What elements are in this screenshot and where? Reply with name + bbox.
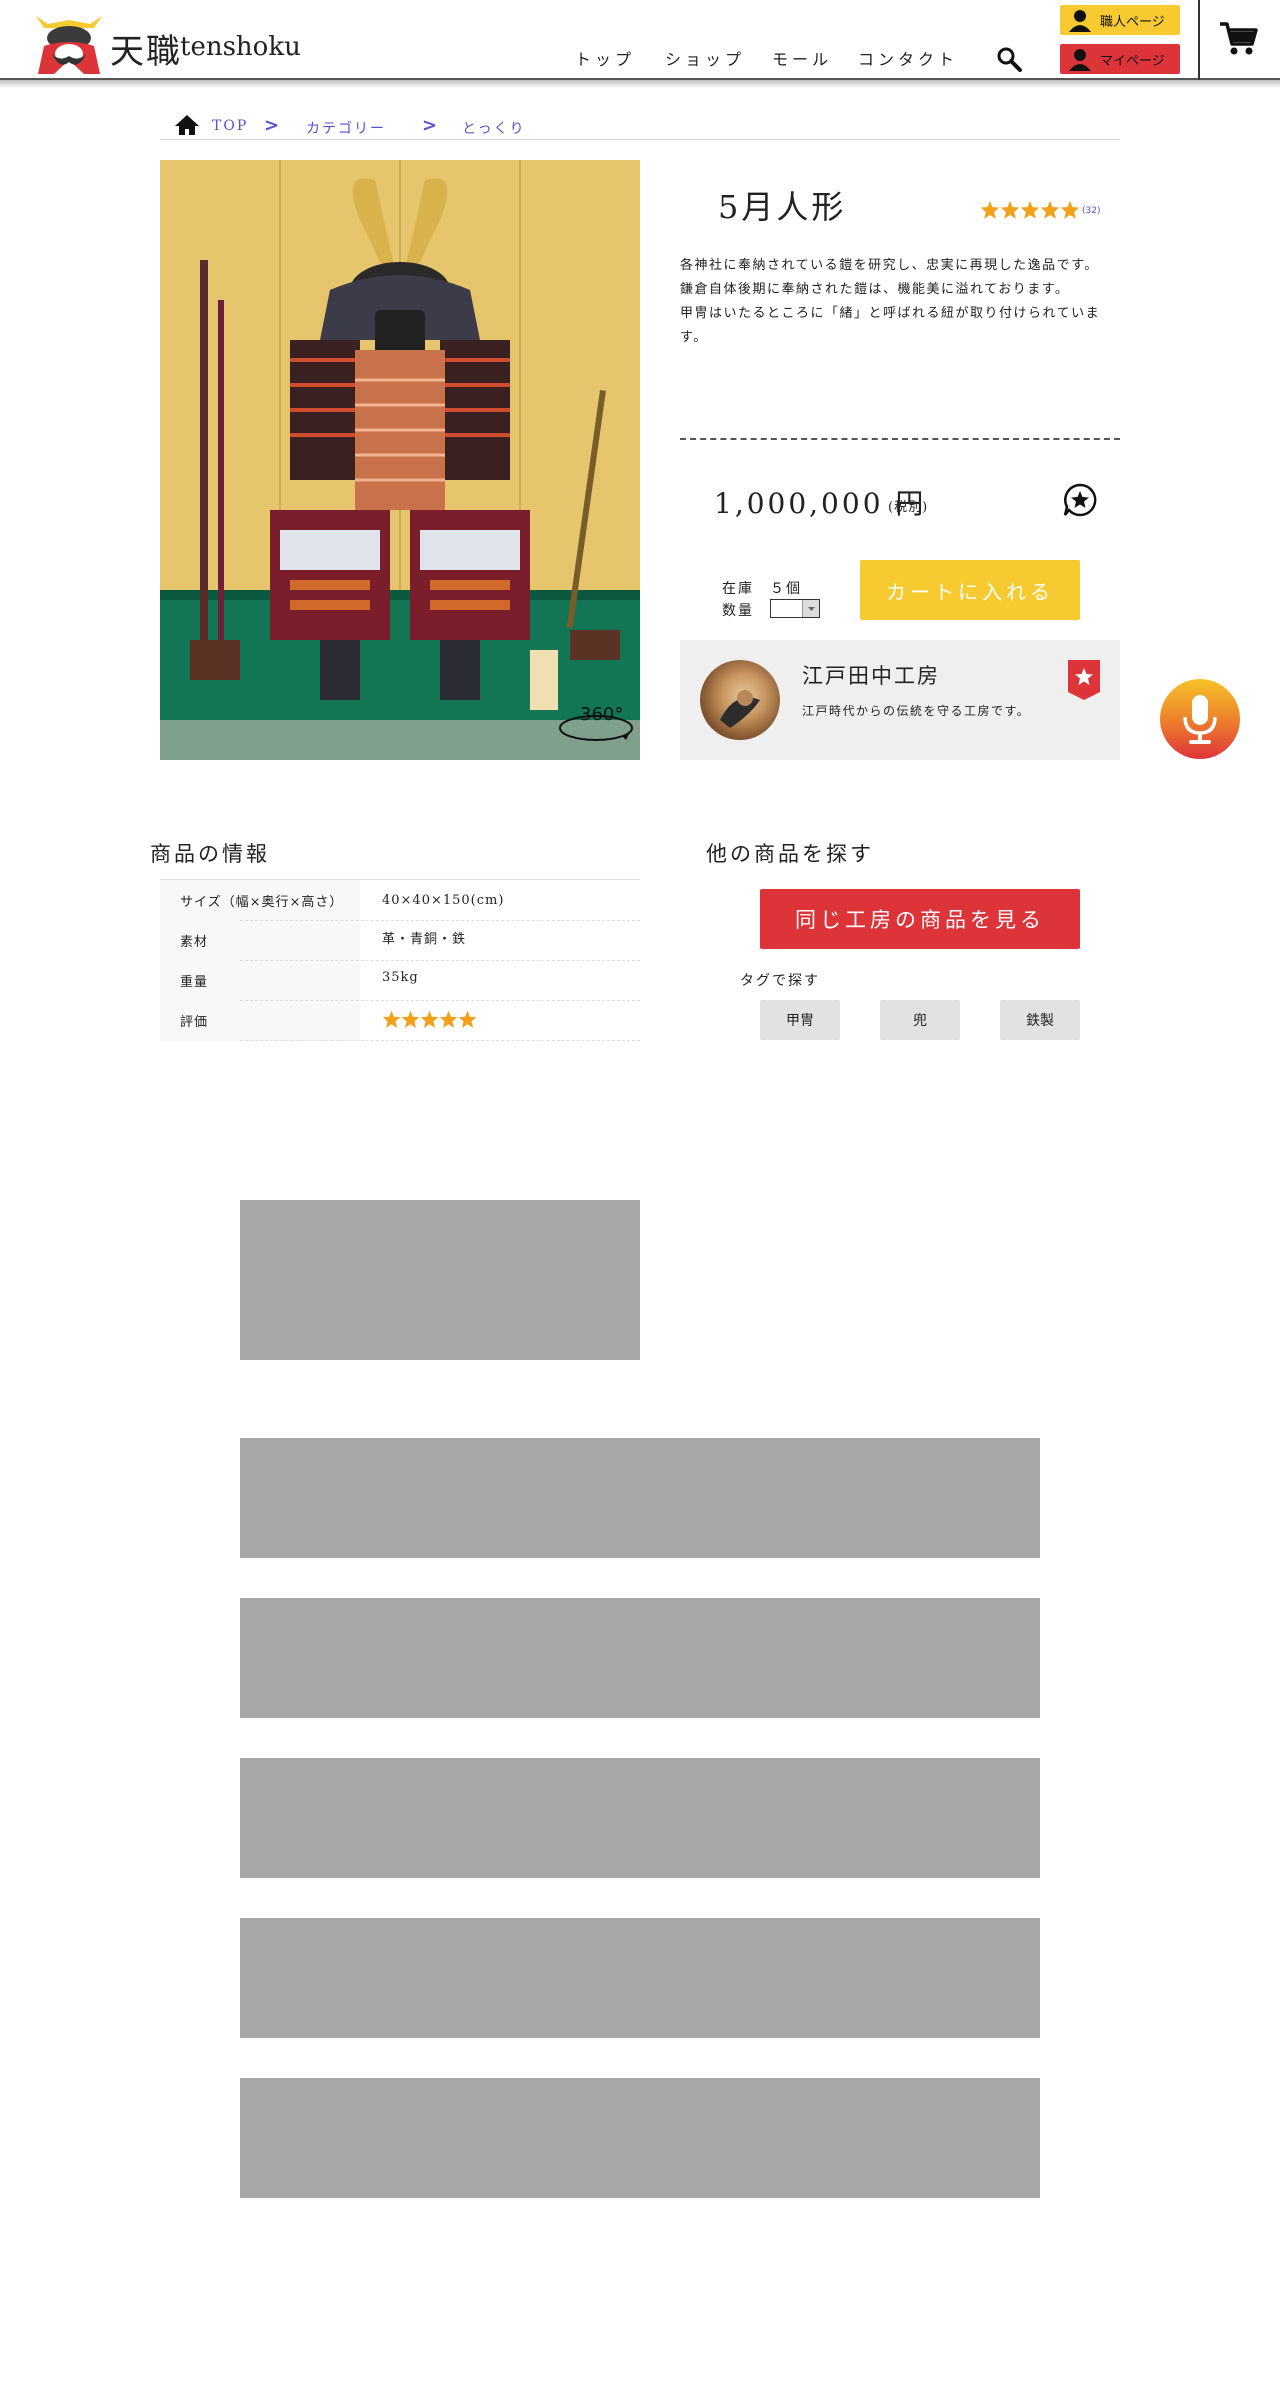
stock-value: ５個 xyxy=(770,581,802,597)
spec-rating-stars xyxy=(382,1010,477,1029)
quantity-select[interactable] xyxy=(770,599,820,618)
voice-search-button[interactable] xyxy=(1160,679,1240,759)
quantity-label: 数量 xyxy=(722,603,754,619)
spec-label-material: 素材 xyxy=(180,935,209,950)
product-description: 各神社に奉納されている鎧を研究し、忠実に再現した逸品です。 鎌倉自体後期に奉納さ… xyxy=(680,254,1120,350)
maker-name[interactable]: 江戸田中工房 xyxy=(802,660,940,690)
tags-label: タグで探す xyxy=(740,973,820,989)
add-to-cart-button[interactable]: カートに入れる xyxy=(860,560,1080,620)
spec-value-material: 革・青銅・鉄 xyxy=(382,932,467,947)
star-icon xyxy=(458,1010,477,1028)
nav-mall[interactable]: モール xyxy=(772,46,832,70)
breadcrumb-category[interactable]: カテゴリー xyxy=(306,118,386,138)
content-placeholder xyxy=(240,1918,1040,2038)
spec-value-size: 40×40×150(cm) xyxy=(382,893,505,908)
cart-icon[interactable] xyxy=(1218,20,1258,56)
star-icon xyxy=(1020,200,1040,219)
star-icon xyxy=(420,1010,439,1028)
mypage-label: マイページ xyxy=(1100,53,1165,69)
product-image[interactable]: 360° xyxy=(160,160,640,760)
spec-label-weight: 重量 xyxy=(180,975,209,990)
samurai-logo-icon xyxy=(36,16,102,74)
same-workshop-button[interactable]: 同じ工房の商品を見る xyxy=(760,889,1080,949)
star-icon xyxy=(382,1010,401,1028)
price-divider xyxy=(680,438,1120,440)
spec-label-size: サイズ（幅×奥行×高さ） xyxy=(180,895,344,910)
search-icon[interactable] xyxy=(996,46,1022,72)
user-icon xyxy=(1069,10,1091,32)
breadcrumb: TOP > カテゴリー > とっくり xyxy=(160,112,1120,140)
nav-shop[interactable]: ショップ xyxy=(665,46,745,70)
content-placeholder xyxy=(240,1438,1040,1558)
brand-name-jp: 天職 xyxy=(110,32,182,72)
artisan-page-button[interactable]: 職人ページ xyxy=(1060,5,1180,35)
description-line: 各神社に奉納されている鎧を研究し、忠実に再現した逸品です。 xyxy=(680,258,1099,273)
microphone-icon xyxy=(1183,695,1217,744)
breadcrumb-top[interactable]: TOP xyxy=(212,118,248,134)
spec-label-rating: 評価 xyxy=(180,1015,209,1030)
breadcrumb-separator: > xyxy=(264,115,280,136)
chevron-down-icon xyxy=(808,607,815,611)
spec-heading: 商品の情報 xyxy=(150,842,270,866)
favorite-chat-icon[interactable] xyxy=(1062,482,1098,518)
star-icon xyxy=(1040,200,1060,219)
star-icon xyxy=(1000,200,1020,219)
home-icon[interactable] xyxy=(174,114,200,136)
explore-heading: 他の商品を探す xyxy=(706,842,874,866)
maker-description: 江戸時代からの伝統を守る工房です。 xyxy=(802,704,1031,718)
content-placeholder xyxy=(240,2078,1040,2198)
review-count[interactable]: (32) xyxy=(1082,206,1100,216)
tag-armor[interactable]: 甲冑 xyxy=(760,1000,840,1040)
artisan-page-label: 職人ページ xyxy=(1100,14,1165,30)
spec-divider xyxy=(240,960,640,961)
description-line: 甲冑はいたるところに「緒」と呼ばれる紐が取り付けられています。 xyxy=(680,306,1101,345)
product-rating-stars xyxy=(980,200,1084,222)
user-icon xyxy=(1069,49,1091,71)
samurai-armor-illustration xyxy=(160,160,640,760)
header-shadow xyxy=(0,80,1280,88)
tag-helmet[interactable]: 兜 xyxy=(880,1000,960,1040)
nav-top[interactable]: トップ xyxy=(575,46,635,70)
star-icon xyxy=(1060,200,1080,219)
spec-divider xyxy=(240,920,640,921)
site-logo[interactable]: 天職 tenshoku xyxy=(30,6,301,74)
maker-card[interactable]: 江戸田中工房 江戸時代からの伝統を守る工房です。 xyxy=(680,640,1120,760)
header-divider xyxy=(1198,0,1200,80)
breadcrumb-current[interactable]: とっくり xyxy=(462,118,526,138)
content-placeholder xyxy=(240,1200,640,1360)
breadcrumb-separator: > xyxy=(422,115,438,136)
description-line: 鎌倉自体後期に奉納された鎧は、機能美に溢れております。 xyxy=(680,282,1070,297)
maker-badge-star-icon[interactable] xyxy=(1068,660,1100,700)
tax-note: (税別) xyxy=(888,500,929,515)
maker-avatar[interactable] xyxy=(700,660,780,740)
rotate-360-label: 360° xyxy=(580,704,624,725)
nav-contact[interactable]: コンタクト xyxy=(858,46,958,70)
brand-name-en: tenshoku xyxy=(180,32,301,62)
content-placeholder xyxy=(240,1598,1040,1718)
tag-iron[interactable]: 鉄製 xyxy=(1000,1000,1080,1040)
spec-divider xyxy=(240,1040,640,1041)
star-icon xyxy=(401,1010,420,1028)
star-icon xyxy=(439,1010,458,1028)
mypage-button[interactable]: マイページ xyxy=(1060,44,1180,74)
spec-divider xyxy=(240,1000,640,1001)
content-placeholder xyxy=(240,1758,1040,1878)
stock-label: 在庫 xyxy=(722,581,754,597)
star-icon xyxy=(980,200,1000,219)
site-header: 天職 tenshoku トップ ショップ モール コンタクト 職人ページ マイペ… xyxy=(0,0,1280,80)
product-title: 5月人形 xyxy=(718,188,847,226)
spec-value-weight: 35kg xyxy=(382,970,419,985)
chevron-down-icon[interactable] xyxy=(802,600,819,617)
artisan-hands-illustration xyxy=(720,690,760,728)
spec-table: サイズ（幅×奥行×高さ） 40×40×150(cm) 素材 革・青銅・鉄 重量 … xyxy=(160,879,640,1041)
